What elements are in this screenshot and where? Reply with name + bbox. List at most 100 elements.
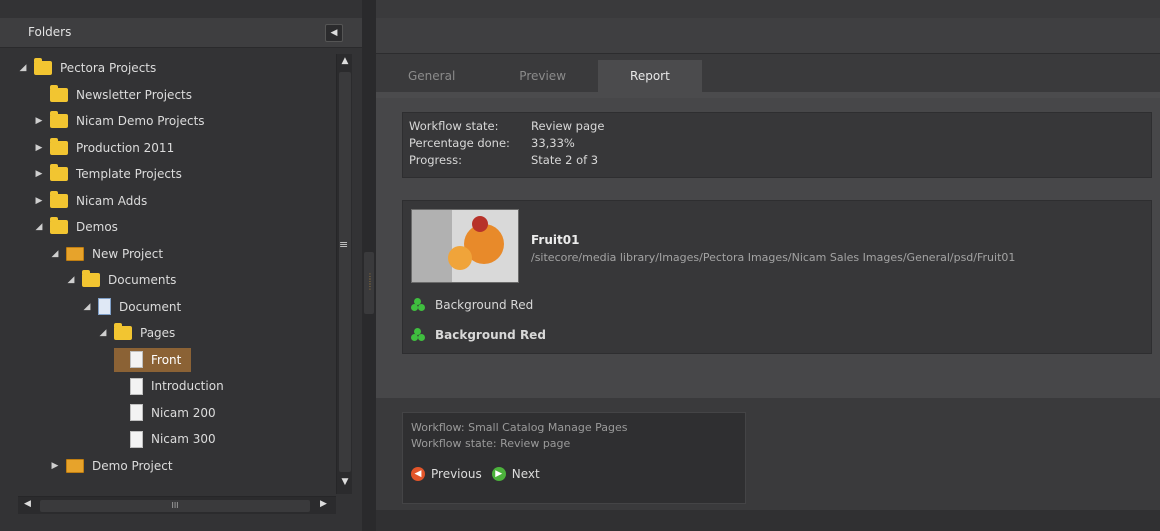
page-icon bbox=[130, 377, 143, 395]
project-icon bbox=[66, 246, 84, 261]
tree-item[interactable]: ▶ Demo Project bbox=[50, 454, 173, 478]
tree-item[interactable]: ▶ Production 2011 bbox=[34, 136, 174, 160]
previous-label: Previous bbox=[431, 467, 482, 481]
toolbar-strip bbox=[376, 18, 1160, 54]
collapsed-arrow-icon[interactable]: ▶ bbox=[34, 143, 44, 153]
fruit-shape bbox=[472, 216, 488, 232]
previous-button[interactable]: ◀ Previous bbox=[411, 467, 482, 481]
field-row[interactable]: Background Red bbox=[411, 325, 546, 345]
field-status-icon bbox=[411, 328, 425, 342]
expanded-arrow-icon[interactable]: ◢ bbox=[98, 328, 108, 338]
tree-item-label: Nicam Demo Projects bbox=[76, 114, 205, 128]
tree-item[interactable]: Introduction bbox=[114, 374, 224, 398]
expanded-arrow-icon[interactable]: ◢ bbox=[82, 302, 92, 312]
page-icon bbox=[130, 404, 143, 421]
tree-item[interactable]: ▶ Nicam Adds bbox=[34, 189, 147, 213]
expanded-arrow-icon[interactable]: ◢ bbox=[66, 275, 76, 285]
field-label: Background Red bbox=[435, 298, 534, 312]
expanded-arrow-icon[interactable]: ◢ bbox=[34, 222, 44, 232]
report-content: Workflow state: Review page Percentage d… bbox=[376, 98, 1160, 398]
tree-item[interactable]: Front bbox=[114, 347, 192, 372]
tree-vertical-scrollbar[interactable]: ▲ ≡ ▼ bbox=[336, 54, 352, 494]
panel-splitter[interactable]: ⋮ ⋮ ⋮ bbox=[362, 0, 376, 531]
tree-item-label: Nicam Adds bbox=[76, 193, 148, 208]
tree-item-label: Nicam 300 bbox=[151, 432, 216, 446]
workflow-name: Workflow: Small Catalog Manage Pages bbox=[411, 421, 628, 434]
workflow-state-label: Workflow state: bbox=[409, 119, 499, 133]
tree-item[interactable]: Nicam 200 bbox=[114, 401, 216, 425]
tree-item-label: Template Projects bbox=[76, 167, 182, 181]
field-label: Background Red bbox=[435, 328, 546, 342]
tree-item[interactable]: ◢ Demos bbox=[34, 215, 118, 239]
expanded-arrow-icon[interactable]: ◢ bbox=[18, 63, 28, 73]
progress-value: State 2 of 3 bbox=[531, 153, 599, 167]
status-row-progress: Progress: State 2 of 3 bbox=[409, 153, 1145, 170]
status-row-percentage: Percentage done: 33,33% bbox=[409, 136, 1145, 153]
expanded-arrow-icon[interactable]: ◢ bbox=[50, 249, 60, 259]
tree-item[interactable]: ▶ Nicam Demo Projects bbox=[34, 109, 205, 133]
tree-item-label: Demos bbox=[76, 220, 118, 234]
collapsed-arrow-icon[interactable]: ▶ bbox=[34, 169, 44, 179]
bottom-strip bbox=[376, 510, 1160, 531]
splitter-grip-icon: ⋮ ⋮ ⋮ bbox=[366, 272, 374, 291]
collapsed-arrow-icon[interactable]: ▶ bbox=[50, 461, 60, 471]
media-item-title[interactable]: Fruit01 bbox=[531, 233, 579, 247]
tree-item[interactable]: Nicam 300 bbox=[114, 427, 216, 451]
tree-item[interactable]: ◢ Pages bbox=[98, 321, 175, 345]
tab-report[interactable]: Report bbox=[598, 60, 702, 92]
next-button[interactable]: ▶ Next bbox=[491, 467, 540, 481]
fruit-shape bbox=[448, 246, 472, 270]
tree-item[interactable]: ◢ New Project bbox=[50, 242, 163, 266]
folder-icon bbox=[82, 270, 100, 287]
field-row[interactable]: Background Red bbox=[411, 295, 533, 315]
tree-item-label: Documents bbox=[108, 273, 177, 287]
details-panel: General Preview Report Workflow state: R… bbox=[376, 0, 1160, 531]
folders-header: Folders ◀ bbox=[0, 18, 362, 48]
workflow-actions: ◀ Previous ▶ Next bbox=[411, 467, 550, 481]
tree-item[interactable]: ◢ Documents bbox=[66, 268, 176, 292]
collapse-panel-button[interactable]: ◀ bbox=[325, 24, 343, 42]
tree-horizontal-scrollbar[interactable]: ◀ III ▶ bbox=[18, 496, 336, 514]
collapsed-arrow-icon[interactable]: ▶ bbox=[34, 116, 44, 126]
tree-item-label: Front bbox=[151, 352, 182, 367]
grip-icon: ≡ bbox=[339, 238, 349, 251]
media-thumbnail[interactable] bbox=[411, 209, 519, 283]
tree-item-label: Pages bbox=[140, 326, 176, 340]
percentage-value: 33,33% bbox=[531, 136, 575, 150]
splitter-handle[interactable]: ⋮ ⋮ ⋮ bbox=[364, 252, 374, 314]
folders-title: Folders bbox=[28, 25, 72, 39]
horizontal-scroll-thumb[interactable]: III bbox=[40, 500, 310, 512]
percentage-label: Percentage done: bbox=[409, 136, 510, 150]
tree-item-label: Newsletter Projects bbox=[76, 87, 192, 102]
tab-general[interactable]: General bbox=[376, 60, 487, 92]
tree-item-label: Introduction bbox=[151, 379, 224, 393]
tab-preview[interactable]: Preview bbox=[487, 60, 598, 92]
tree-item[interactable]: ◢ Document bbox=[82, 295, 181, 319]
document-icon bbox=[98, 298, 111, 315]
scroll-down-icon[interactable]: ▼ bbox=[339, 477, 351, 489]
tree-item-label: Pectora Projects bbox=[60, 61, 157, 75]
tree-item[interactable]: ▶ Template Projects bbox=[34, 162, 182, 186]
next-icon: ▶ bbox=[491, 467, 506, 481]
progress-label: Progress: bbox=[409, 153, 462, 167]
previous-icon: ◀ bbox=[411, 467, 425, 481]
scroll-right-icon[interactable]: ▶ bbox=[320, 499, 327, 509]
scroll-up-icon[interactable]: ▲ bbox=[339, 56, 351, 68]
tree-item[interactable]: ◢ Pectora Projects bbox=[18, 56, 156, 80]
folder-icon bbox=[50, 111, 68, 128]
tree-item-label: Nicam 200 bbox=[151, 405, 216, 420]
scroll-left-icon[interactable]: ◀ bbox=[24, 499, 31, 509]
folder-icon bbox=[114, 323, 132, 340]
tree-item[interactable]: Newsletter Projects bbox=[34, 83, 192, 107]
workflow-status-box: Workflow state: Review page Percentage d… bbox=[402, 112, 1152, 178]
folder-icon bbox=[34, 58, 52, 75]
thumbnail-shade bbox=[412, 210, 452, 282]
collapsed-arrow-icon[interactable]: ▶ bbox=[34, 196, 44, 206]
workflow-actions-box: Workflow: Small Catalog Manage Pages Wor… bbox=[402, 412, 746, 504]
tree-item-label: Demo Project bbox=[92, 458, 173, 473]
tree-item-label: Production 2011 bbox=[76, 140, 175, 155]
vertical-scroll-thumb[interactable] bbox=[339, 72, 351, 472]
folders-panel: Folders ◀ ◢ Pectora Projects Newsletter Pr… bbox=[0, 0, 362, 531]
workflow-state-value: Review page bbox=[531, 119, 605, 133]
tab-bar: General Preview Report bbox=[376, 60, 702, 92]
